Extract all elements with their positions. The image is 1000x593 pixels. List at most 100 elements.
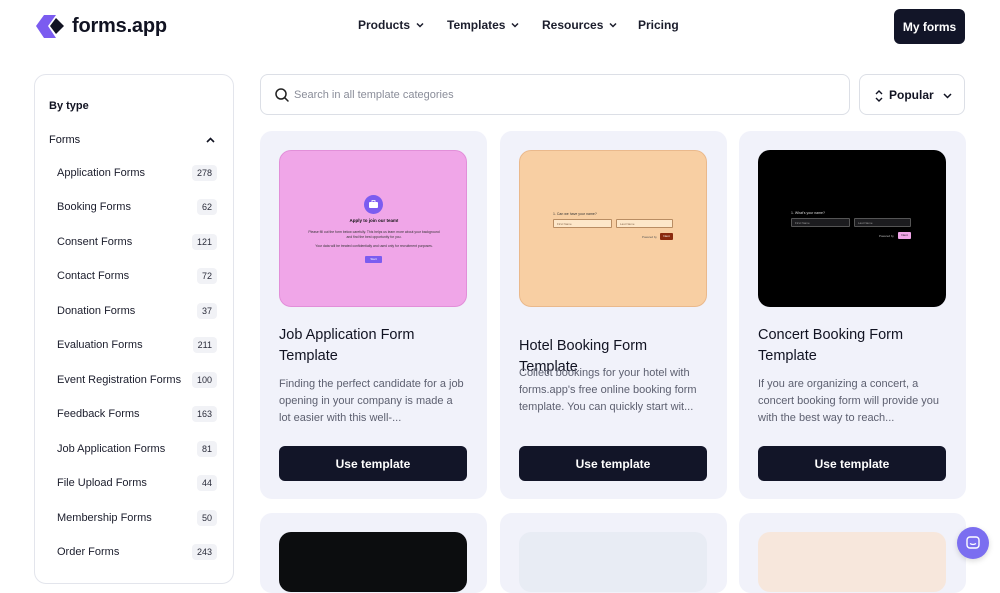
- avatar: [364, 195, 383, 214]
- count-badge: 72: [196, 268, 217, 284]
- sidebar-item-label: Application Forms: [57, 167, 146, 179]
- card-title[interactable]: Concert Booking Form Template: [758, 325, 948, 367]
- template-preview[interactable]: 1. Can we have your name? First Name Las…: [519, 150, 707, 307]
- search-icon: [275, 88, 289, 102]
- sidebar-item-donation-forms[interactable]: Donation Forms 37: [57, 301, 217, 321]
- preview-heading: Apply to join our team!: [349, 218, 399, 223]
- template-preview[interactable]: Apply to join our team! Please fill out …: [279, 150, 467, 307]
- chevron-down-icon: [416, 22, 424, 28]
- sidebar-item-label: Booking Forms: [57, 201, 131, 213]
- preview-first-name: First Name: [557, 222, 572, 226]
- sidebar-item-event-registration-forms[interactable]: Event Registration Forms 100: [57, 370, 217, 390]
- sidebar-item-label: Feedback Forms: [57, 408, 140, 420]
- count-badge: 50: [196, 510, 217, 526]
- preview-last-name-field: Last Name: [616, 219, 673, 228]
- sidebar-item-label: File Upload Forms: [57, 477, 147, 489]
- preview-last-name: Last Name: [620, 222, 635, 226]
- sidebar-item-job-application-forms[interactable]: Job Application Forms 81: [57, 439, 217, 459]
- count-badge: 62: [196, 199, 217, 215]
- template-card[interactable]: 1. What's your name? First Name Last Nam…: [739, 131, 966, 499]
- brand-logo[interactable]: forms.app: [34, 13, 167, 40]
- count-badge: 163: [191, 406, 217, 422]
- sidebar-item-label: Donation Forms: [57, 305, 136, 317]
- sidebar-item-label: Event Registration Forms: [57, 374, 182, 386]
- logo-mark-icon: [36, 15, 64, 38]
- chevron-down-icon: [511, 22, 519, 28]
- sidebar-item-file-upload-forms[interactable]: File Upload Forms 44: [57, 473, 217, 493]
- template-card[interactable]: [500, 513, 727, 593]
- chevron-down-icon: [609, 22, 617, 28]
- template-preview[interactable]: [279, 532, 467, 592]
- top-header: forms.app Products Templates Resources P…: [0, 0, 1000, 52]
- card-description: Finding the perfect candidate for a job …: [279, 378, 464, 424]
- template-card[interactable]: [260, 513, 487, 593]
- preview-last-name-field: Last Name: [854, 218, 911, 227]
- template-preview[interactable]: 1. What's your name? First Name Last Nam…: [758, 150, 946, 307]
- sidebar-item-membership-forms[interactable]: Membership Forms 50: [57, 508, 217, 528]
- use-template-button[interactable]: Use template: [519, 446, 707, 481]
- preview-start-button: Start: [365, 256, 382, 263]
- sidebar-item-application-forms[interactable]: Application Forms 278: [57, 163, 217, 183]
- nav-products[interactable]: Products: [358, 18, 425, 32]
- count-badge: 44: [196, 475, 217, 491]
- preview-first-name: First Name: [795, 221, 810, 225]
- template-card[interactable]: 1. Can we have your name? First Name Las…: [500, 131, 727, 499]
- preview-question: 1. What's your name?: [791, 211, 825, 215]
- template-card[interactable]: [739, 513, 966, 593]
- nav-products-label: Products: [358, 18, 411, 32]
- sidebar-item-consent-forms[interactable]: Consent Forms 121: [57, 232, 217, 252]
- search-input[interactable]: [294, 85, 834, 105]
- nav-templates-label: Templates: [447, 18, 506, 32]
- card-description: If you are organizing a concert, a conce…: [758, 378, 939, 424]
- count-badge: 243: [191, 544, 217, 560]
- nav-templates[interactable]: Templates: [447, 18, 520, 32]
- preview-next-button: Next: [898, 232, 911, 239]
- preview-question: 1. Can we have your name?: [553, 212, 597, 216]
- preview-powered-by: Powered by: [879, 234, 894, 238]
- sidebar-heading: By type: [49, 100, 89, 112]
- briefcase-icon: [369, 200, 378, 208]
- preview-powered-by: Powered by: [642, 235, 657, 239]
- count-badge: 100: [191, 372, 217, 388]
- sidebar-item-evaluation-forms[interactable]: Evaluation Forms 211: [57, 335, 217, 355]
- preview-text: Please fill out the form below carefully…: [308, 230, 440, 239]
- sidebar-item-label: Job Application Forms: [57, 443, 166, 455]
- preview-last-name: Last Name: [858, 221, 873, 225]
- nav-pricing[interactable]: Pricing: [638, 18, 679, 32]
- sidebar-item-order-forms[interactable]: Order Forms 243: [57, 542, 217, 562]
- nav-resources-label: Resources: [542, 18, 604, 32]
- sidebar-item-label: Order Forms: [57, 546, 120, 558]
- sidebar-item-booking-forms[interactable]: Booking Forms 62: [57, 197, 217, 217]
- use-template-button[interactable]: Use template: [279, 446, 467, 481]
- sidebar-item-label: Contact Forms: [57, 270, 130, 282]
- chevron-up-icon[interactable]: [205, 135, 216, 146]
- use-template-button[interactable]: Use template: [758, 446, 946, 481]
- category-sidebar: By type Forms Application Forms 278 Book…: [34, 74, 234, 584]
- chevron-down-icon: [943, 93, 952, 99]
- count-badge: 121: [191, 234, 217, 250]
- sidebar-group-forms[interactable]: Forms: [49, 134, 80, 146]
- count-badge: 211: [192, 337, 217, 353]
- preview-first-name-field: First Name: [553, 219, 612, 228]
- sort-dropdown[interactable]: Popular: [859, 74, 965, 115]
- sort-icon: [875, 90, 883, 102]
- chat-widget-button[interactable]: [957, 527, 989, 559]
- card-description: Collect bookings for your hotel with for…: [519, 367, 697, 413]
- sidebar-item-contact-forms[interactable]: Contact Forms 72: [57, 266, 217, 286]
- my-forms-button[interactable]: My forms: [894, 9, 965, 44]
- search-bar: [260, 74, 850, 115]
- template-card[interactable]: Apply to join our team! Please fill out …: [260, 131, 487, 499]
- sidebar-item-label: Evaluation Forms: [57, 339, 143, 351]
- sidebar-item-label: Consent Forms: [57, 236, 133, 248]
- card-title[interactable]: Job Application Form Template: [279, 325, 469, 367]
- template-preview[interactable]: [519, 532, 707, 592]
- nav-resources[interactable]: Resources: [542, 18, 618, 32]
- preview-first-name-field: First Name: [791, 218, 850, 227]
- template-preview[interactable]: [758, 532, 946, 592]
- count-badge: 278: [191, 165, 217, 181]
- nav-pricing-label: Pricing: [638, 18, 679, 32]
- sidebar-item-feedback-forms[interactable]: Feedback Forms 163: [57, 404, 217, 424]
- count-badge: 81: [196, 441, 217, 457]
- count-badge: 37: [196, 303, 217, 319]
- sidebar-item-label: Membership Forms: [57, 512, 152, 524]
